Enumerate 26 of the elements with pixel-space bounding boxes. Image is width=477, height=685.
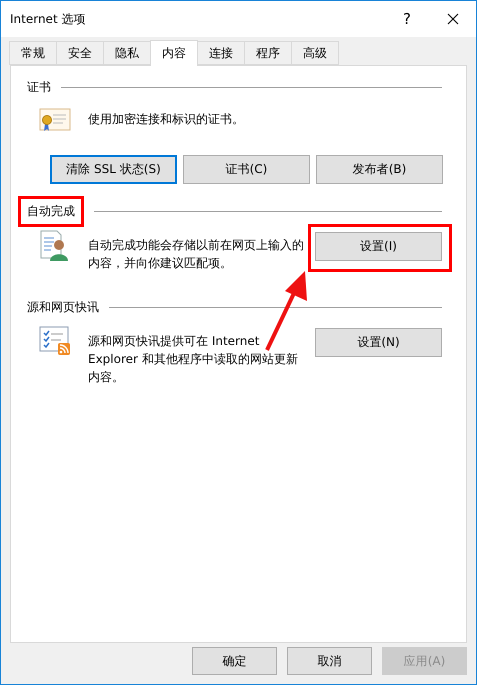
dialog-button[interactable]: 确定 [192,647,277,675]
section-description: 自动完成功能会存储以前在网页上输入的内容，并向你建议匹配项。 [88,237,305,272]
highlighted-section-title: 自动完成 [18,196,84,226]
dialog-button[interactable]: 证书(C) [183,155,310,184]
tab[interactable]: 内容 [150,40,198,66]
settings-button[interactable]: 设置(N) [315,328,442,357]
section-title: 证书 [27,78,51,96]
dialog-button[interactable]: 发布者(B) [316,155,443,184]
tab[interactable]: 程序 [244,41,292,65]
tab[interactable]: 隐私 [103,41,151,65]
section-title: 源和网页快讯 [27,298,99,316]
tab[interactable]: 连接 [197,41,245,65]
dialog-button[interactable]: 取消 [287,647,372,675]
section-description: 源和网页快讯提供可在 Internet Explorer 和其他程序中读取的网站更新内容。 [88,333,299,386]
tab[interactable]: 安全 [56,41,104,65]
section-description: 使用加密连接和标识的证书。 [88,111,245,128]
help-button[interactable]: ? [384,10,430,28]
tab[interactable]: 常规 [9,41,57,65]
dialog-button[interactable]: 清除 SSL 状态(S) [50,155,177,184]
user-document-icon [39,230,69,262]
close-icon [447,13,459,25]
certificate-icon [39,108,71,132]
window-title: Internet 选项 [10,10,86,28]
tab[interactable]: 高级 [291,41,339,65]
feed-list-icon [39,326,71,356]
settings-button[interactable]: 设置(I) [315,232,442,261]
